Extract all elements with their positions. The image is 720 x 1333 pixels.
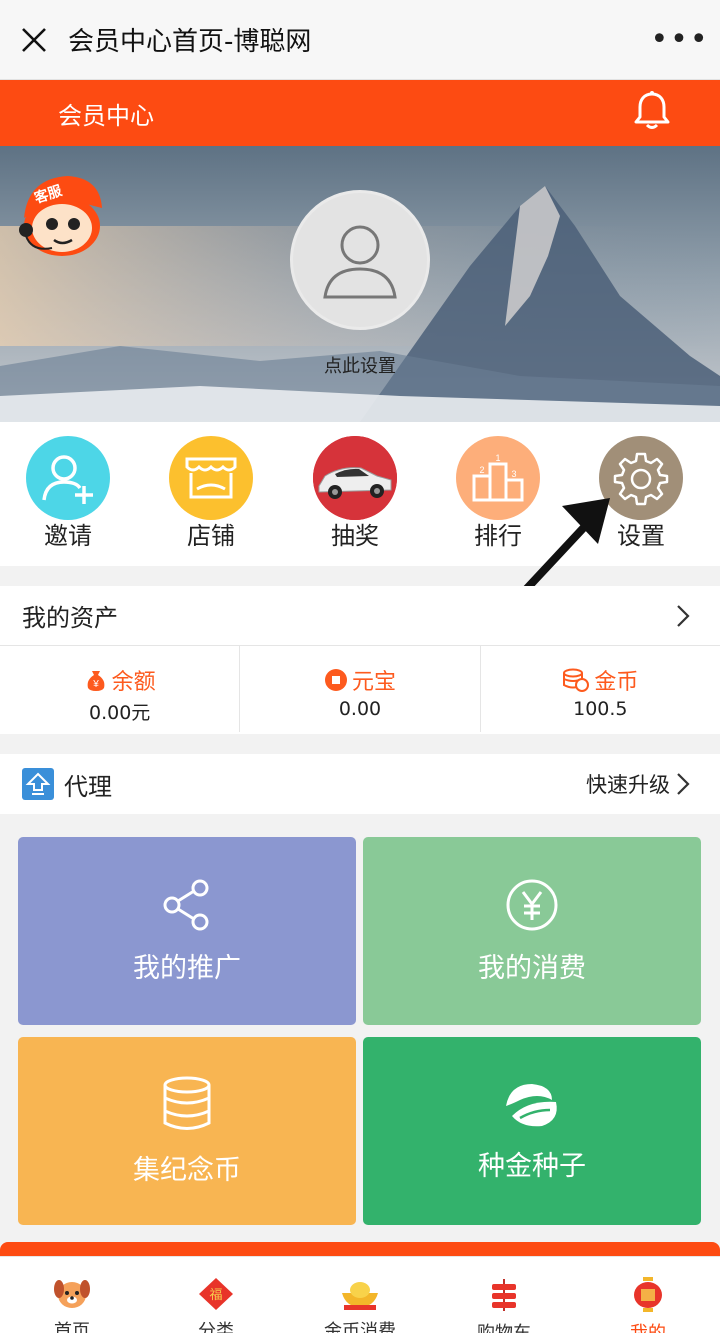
svg-text:3: 3 bbox=[511, 469, 516, 479]
agent-title: 代理 bbox=[64, 772, 112, 801]
asset-name: 金币 bbox=[594, 670, 639, 695]
agent-section-header: 代理 快速升级 bbox=[0, 754, 720, 814]
header-title: 会员中心 bbox=[58, 101, 154, 130]
dog-face-icon bbox=[54, 1280, 90, 1308]
quick-item-label: 邀请 bbox=[44, 522, 92, 550]
money-bag-icon: ¥ bbox=[87, 671, 105, 691]
close-icon bbox=[22, 27, 46, 52]
avatar-setup-link[interactable]: 点此设置 bbox=[0, 352, 720, 378]
nav-item-cart[interactable]: 购物车 bbox=[432, 1257, 576, 1333]
tile-plant-seeds[interactable]: 种金种子 bbox=[363, 1037, 701, 1225]
upgrade-arrow-icon bbox=[22, 768, 54, 800]
quick-item-lottery[interactable]: 抽奖 bbox=[300, 436, 410, 552]
nav-item-coin-shop[interactable]: 金币消费 bbox=[288, 1257, 432, 1333]
nav-item-mine[interactable]: 我的 bbox=[576, 1257, 720, 1333]
ingot-icon bbox=[342, 1282, 378, 1310]
asset-value: 100.5 bbox=[573, 698, 628, 720]
asset-name: 余额 bbox=[111, 670, 156, 695]
tile-label: 我的消费 bbox=[478, 952, 586, 984]
firecracker-icon bbox=[492, 1279, 516, 1311]
page-title: 会员中心首页-博聪网 bbox=[68, 27, 312, 57]
tile-label: 集纪念币 bbox=[133, 1154, 241, 1186]
svg-text:¥: ¥ bbox=[92, 679, 99, 690]
asset-balance[interactable]: ¥ 余额 0.00元 bbox=[0, 646, 241, 732]
lantern-icon bbox=[634, 1277, 662, 1312]
nav-label: 我的 bbox=[576, 1319, 720, 1333]
asset-gold-coins[interactable]: 金币 100.5 bbox=[481, 646, 720, 732]
quick-item-invite[interactable]: 邀请 bbox=[13, 436, 123, 552]
bottom-nav: 首页 福 分类 金币消费 购物车 bbox=[0, 1256, 720, 1333]
yen-circle-icon bbox=[506, 879, 558, 930]
tile-collect-coins[interactable]: 集纪念币 bbox=[18, 1037, 356, 1225]
member-header: 会员中心 bbox=[0, 80, 720, 146]
quick-upgrade-link[interactable]: 快速升级 bbox=[586, 769, 690, 799]
invite-icon bbox=[26, 436, 110, 520]
svg-text:1: 1 bbox=[495, 453, 500, 463]
asset-value: 0.00元 bbox=[89, 702, 151, 724]
asset-yuanbao[interactable]: 元宝 0.00 bbox=[240, 646, 481, 732]
nav-label: 分类 bbox=[198, 1321, 234, 1333]
seed-icon bbox=[506, 1083, 557, 1126]
asset-name: 元宝 bbox=[351, 670, 396, 695]
nav-label: 金币消费 bbox=[324, 1321, 396, 1333]
coin-stack-icon bbox=[563, 668, 590, 692]
asset-value: 0.00 bbox=[338, 698, 382, 720]
tile-label: 种金种子 bbox=[478, 1150, 586, 1182]
tile-label: 我的推广 bbox=[133, 952, 241, 984]
coin-stack-icon bbox=[163, 1076, 211, 1130]
my-assets-panel: 我的资产 ¥ 余额 0.00元 元宝 0.00 金币 100.5 bbox=[0, 586, 720, 734]
quick-item-label: 店铺 bbox=[187, 522, 235, 550]
customer-service-mascot-icon bbox=[19, 176, 102, 256]
svg-text:2: 2 bbox=[479, 465, 484, 475]
car-icon bbox=[313, 436, 397, 520]
orange-strip bbox=[0, 1242, 720, 1256]
more-menu-button[interactable]: ••• bbox=[640, 0, 720, 80]
avatar-button[interactable] bbox=[290, 190, 430, 330]
notification-button[interactable] bbox=[632, 90, 672, 136]
nav-label: 首页 bbox=[54, 1321, 90, 1333]
fu-diamond-icon: 福 bbox=[199, 1278, 233, 1310]
share-icon bbox=[163, 879, 209, 930]
tile-my-promotion[interactable]: 我的推广 bbox=[18, 837, 356, 1025]
close-button[interactable] bbox=[0, 0, 68, 80]
nav-label: 购物车 bbox=[432, 1319, 576, 1333]
quick-item-shop[interactable]: 店铺 bbox=[156, 436, 266, 552]
bell-icon bbox=[634, 91, 670, 129]
shop-icon bbox=[169, 436, 253, 520]
more-icon: ••• bbox=[650, 22, 710, 57]
my-assets-header[interactable]: 我的资产 bbox=[0, 586, 720, 646]
customer-service-button[interactable]: 客服 bbox=[18, 168, 106, 260]
nav-item-home[interactable]: 首页 bbox=[0, 1257, 144, 1333]
coin-square-icon bbox=[324, 669, 347, 691]
chevron-right-icon bbox=[677, 773, 690, 795]
profile-hero: 客服 点此设置 bbox=[0, 146, 720, 422]
browser-topbar: 会员中心首页-博聪网 ••• bbox=[0, 0, 720, 80]
chevron-right-icon bbox=[677, 604, 690, 627]
tile-my-consumption[interactable]: 我的消费 bbox=[363, 837, 701, 1025]
my-assets-title: 我的资产 bbox=[22, 604, 118, 632]
svg-text:福: 福 bbox=[209, 1288, 222, 1303]
quick-item-label: 抽奖 bbox=[331, 522, 379, 550]
page: 会员中心首页-博聪网 ••• 会员中心 客服 点此设置 邀请 店铺 抽奖 1 2… bbox=[0, 0, 720, 1333]
nav-item-category[interactable]: 福 分类 bbox=[144, 1257, 288, 1333]
user-avatar-icon bbox=[323, 225, 397, 299]
quick-upgrade-label: 快速升级 bbox=[586, 773, 670, 797]
